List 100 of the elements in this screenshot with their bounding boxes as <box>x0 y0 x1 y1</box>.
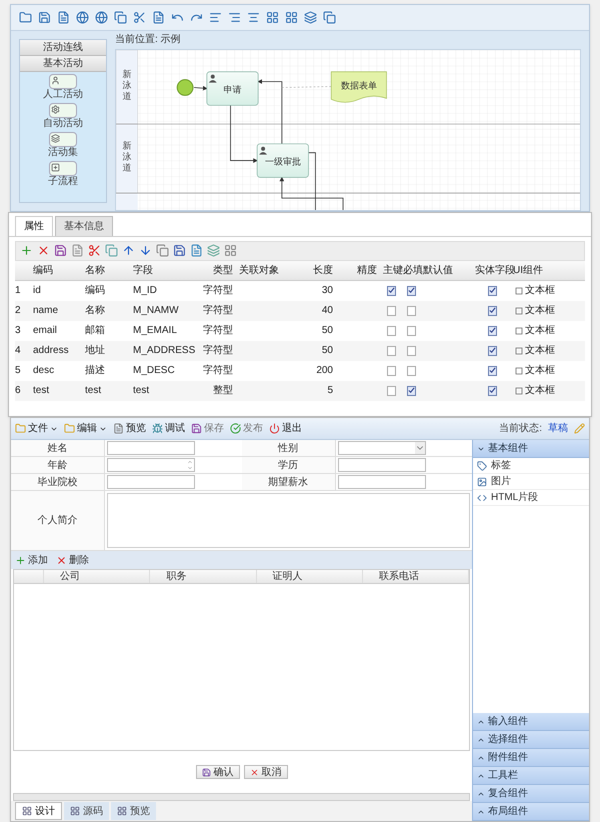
grid-icon[interactable] <box>266 11 279 24</box>
input-field[interactable] <box>338 458 426 472</box>
checkbox[interactable] <box>406 326 416 336</box>
checkbox[interactable] <box>488 306 496 316</box>
checkbox[interactable] <box>406 286 416 296</box>
tab[interactable]: 属性 <box>15 216 53 236</box>
column-header[interactable]: 字段 <box>131 262 197 278</box>
start-event[interactable] <box>176 79 194 96</box>
input-field[interactable] <box>107 475 195 489</box>
component-group-header[interactable]: 选择组件 <box>473 731 589 749</box>
column-header[interactable]: 长度 <box>289 262 337 278</box>
column-header[interactable]: 默认值 <box>421 262 473 278</box>
document-icon[interactable] <box>57 11 70 24</box>
column-header[interactable]: 名称 <box>83 262 131 278</box>
number-field[interactable] <box>107 458 195 472</box>
checkbox[interactable] <box>488 286 496 296</box>
checkbox[interactable] <box>488 366 496 376</box>
component-group-header[interactable]: 附件组件 <box>473 749 589 767</box>
checkbox[interactable] <box>488 386 496 396</box>
connector-arrow[interactable] <box>257 79 282 144</box>
data-form-node[interactable]: 数据表单 <box>330 71 387 103</box>
checkbox[interactable] <box>386 346 396 356</box>
subtable-action-button[interactable]: 添加 <box>15 552 48 568</box>
globe-icon[interactable] <box>95 11 108 24</box>
textarea-field[interactable] <box>107 493 470 548</box>
component-group-header[interactable]: 复合组件 <box>473 785 589 803</box>
horizontal-scrollbar[interactable] <box>13 793 470 801</box>
column-header[interactable]: 编码 <box>31 262 83 278</box>
save-icon[interactable] <box>54 244 67 257</box>
toolbar-button[interactable]: 编辑 <box>64 421 107 436</box>
palette-activity-tile[interactable] <box>49 161 77 176</box>
view-tab[interactable]: 预览 <box>111 802 156 820</box>
palette-activity-tile[interactable] <box>49 132 77 147</box>
component-group-header[interactable]: 布局组件 <box>473 803 589 821</box>
palette-section-header[interactable]: 活动连线 <box>20 40 106 56</box>
save-icon[interactable] <box>173 244 186 257</box>
column-header[interactable]: 主键 <box>381 262 401 278</box>
subtable-action-button[interactable]: 删除 <box>56 552 89 568</box>
column-header[interactable]: 公司 <box>44 570 150 583</box>
dialog-button[interactable]: 取消 <box>244 765 288 779</box>
component-group-header[interactable]: 基本组件 <box>473 440 589 458</box>
toolbar-button[interactable]: 预览 <box>113 421 146 436</box>
select-field[interactable] <box>338 441 426 455</box>
view-tab[interactable]: 源码 <box>64 802 109 820</box>
duplicate-icon[interactable] <box>156 244 169 257</box>
component-item[interactable]: 标签 <box>473 458 589 474</box>
checkbox[interactable] <box>406 306 416 316</box>
align-left-icon[interactable] <box>209 11 222 24</box>
swimlane-header[interactable] <box>116 193 138 210</box>
column-header[interactable]: 必填 <box>401 262 421 278</box>
component-item[interactable]: HTML片段 <box>473 490 589 506</box>
palette-activity-tile[interactable] <box>49 103 77 118</box>
connector-arrow[interactable] <box>279 176 344 210</box>
grid-icon[interactable] <box>224 244 237 257</box>
input-field[interactable] <box>338 475 426 489</box>
column-header[interactable]: 证明人 <box>256 570 363 583</box>
checkbox[interactable] <box>386 386 396 396</box>
dialog-button[interactable]: 确认 <box>196 765 240 779</box>
new-file-icon[interactable] <box>71 244 84 257</box>
column-header[interactable]: 关联对象 <box>237 262 289 278</box>
connector-arrow[interactable] <box>230 104 258 163</box>
component-item[interactable]: 图片 <box>473 474 589 490</box>
toolbar-button[interactable]: 退出 <box>269 421 302 436</box>
input-field[interactable] <box>107 441 195 455</box>
add-icon[interactable] <box>20 244 33 257</box>
toolbar-button[interactable]: 调试 <box>152 421 185 436</box>
checkbox[interactable] <box>406 386 416 396</box>
user-task-node[interactable]: 一级审批 <box>256 143 309 178</box>
checkbox[interactable] <box>386 326 396 336</box>
move-down-icon[interactable] <box>139 244 152 257</box>
checkbox[interactable] <box>386 286 396 296</box>
user-task-node[interactable]: 申请 <box>206 71 258 106</box>
palette-section-header[interactable]: 基本活动 <box>20 56 106 72</box>
checkbox[interactable] <box>386 366 396 376</box>
align-center-icon[interactable] <box>247 11 260 24</box>
swimlane[interactable]: 新泳道 <box>116 50 138 124</box>
save-icon[interactable] <box>38 11 51 24</box>
component-group-header[interactable]: 输入组件 <box>473 713 589 731</box>
open-folder-icon[interactable] <box>19 11 32 24</box>
layers-icon[interactable] <box>304 11 317 24</box>
checkbox[interactable] <box>406 366 416 376</box>
component-group-header[interactable]: 工具栏 <box>473 767 589 785</box>
checkbox[interactable] <box>488 326 496 336</box>
column-header[interactable]: 联系电话 <box>362 570 469 583</box>
column-header[interactable]: 职务 <box>150 570 256 583</box>
checkbox[interactable] <box>406 346 416 356</box>
connector-arrow[interactable] <box>194 86 208 91</box>
toolbar-button[interactable]: 文件 <box>15 421 58 436</box>
align-right-icon[interactable] <box>228 11 241 24</box>
move-up-icon[interactable] <box>122 244 135 257</box>
view-tab[interactable]: 设计 <box>15 802 62 820</box>
palette-activity-tile[interactable] <box>49 74 77 89</box>
tab[interactable]: 基本信息 <box>55 216 113 236</box>
globe-icon[interactable] <box>76 11 89 24</box>
column-header[interactable]: 精度 <box>337 262 381 278</box>
copy-icon[interactable] <box>105 244 118 257</box>
column-header[interactable]: 类型 <box>197 262 237 278</box>
checkbox[interactable] <box>386 306 396 316</box>
checkbox[interactable] <box>488 346 496 356</box>
cut-icon[interactable] <box>88 244 101 257</box>
